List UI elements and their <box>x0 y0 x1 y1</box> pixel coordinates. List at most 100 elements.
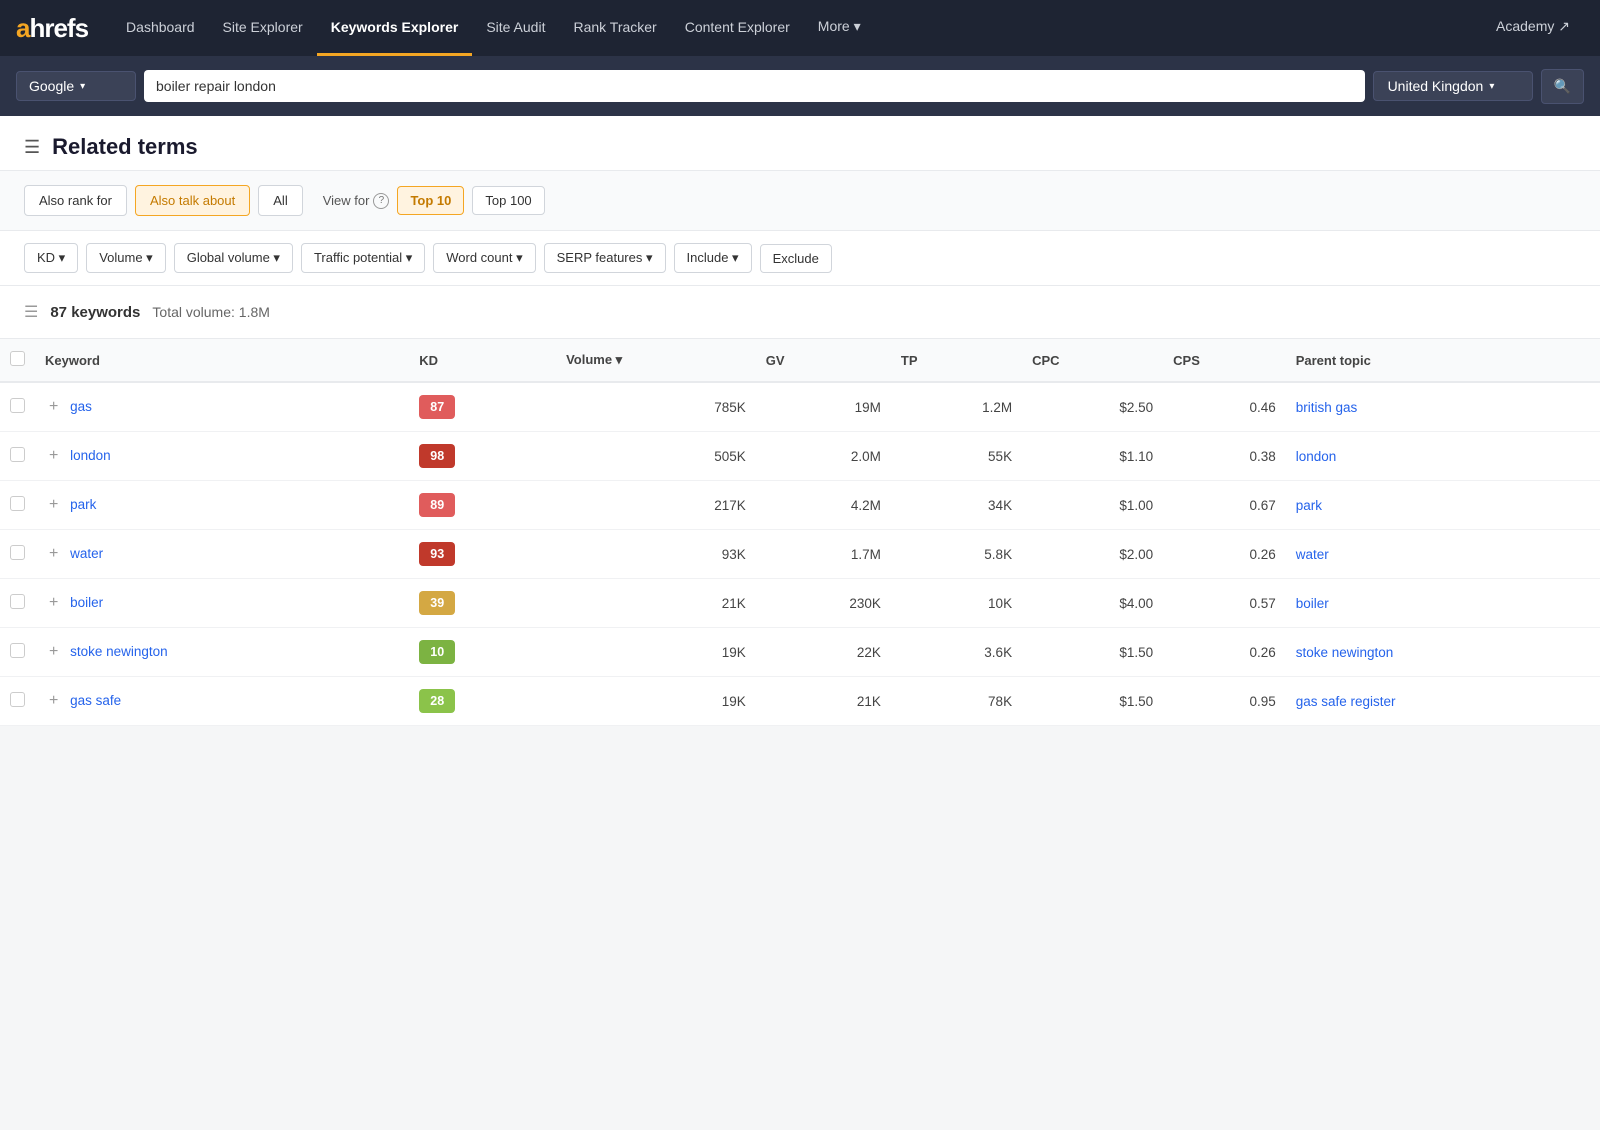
row-checkbox-cell <box>0 530 35 579</box>
search-query: boiler repair london <box>156 78 276 94</box>
add-keyword-icon[interactable]: + <box>45 594 62 612</box>
add-keyword-icon[interactable]: + <box>45 447 62 465</box>
filter-include[interactable]: Include ▾ <box>674 243 752 273</box>
row-checkbox[interactable] <box>10 447 25 462</box>
filter-exclude[interactable]: Exclude <box>760 244 832 273</box>
tab-all[interactable]: All <box>258 185 302 216</box>
filter-traffic-potential[interactable]: Traffic potential ▾ <box>301 243 425 273</box>
top-100-button[interactable]: Top 100 <box>472 186 544 215</box>
top-10-button[interactable]: Top 10 <box>397 186 464 215</box>
nav-rank-tracker[interactable]: Rank Tracker <box>559 0 670 56</box>
nav-more[interactable]: More ▾ <box>804 0 875 56</box>
filter-volume[interactable]: Volume ▾ <box>86 243 166 273</box>
select-all-checkbox[interactable] <box>10 351 25 366</box>
row-checkbox[interactable] <box>10 594 25 609</box>
search-icon: 🔍 <box>1554 78 1571 95</box>
search-button[interactable]: 🔍 <box>1541 69 1584 104</box>
add-keyword-icon[interactable]: + <box>45 496 62 514</box>
row-keyword-cell: + stoke newington <box>35 628 409 677</box>
nav-site-audit[interactable]: Site Audit <box>472 0 559 56</box>
col-tp: TP <box>891 339 1022 382</box>
row-checkbox[interactable] <box>10 692 25 707</box>
row-cpc-cell: $1.50 <box>1022 628 1163 677</box>
row-volume-cell: 217K <box>556 481 756 530</box>
keyword-link[interactable]: london <box>70 448 111 463</box>
row-checkbox[interactable] <box>10 643 25 658</box>
nav-content-explorer[interactable]: Content Explorer <box>671 0 804 56</box>
nav-dashboard[interactable]: Dashboard <box>112 0 209 56</box>
keyword-link[interactable]: gas safe <box>70 693 121 708</box>
tab-also-talk-about[interactable]: Also talk about <box>135 185 250 216</box>
tab-also-rank-for[interactable]: Also rank for <box>24 185 127 216</box>
logo[interactable]: ahrefs <box>16 13 88 44</box>
row-checkbox-cell <box>0 628 35 677</box>
table-header-row: Keyword KD Volume ▾ GV TP CPC <box>0 339 1600 382</box>
search-bar: Google ▾ boiler repair london United Kin… <box>0 56 1600 116</box>
nav-site-explorer[interactable]: Site Explorer <box>209 0 317 56</box>
table-summary: ☰ 87 keywords Total volume: 1.8M <box>0 286 1600 339</box>
row-kd-cell: 10 <box>409 628 556 677</box>
row-checkbox[interactable] <box>10 496 25 511</box>
row-checkbox[interactable] <box>10 398 25 413</box>
row-parent-cell: stoke newington <box>1286 628 1600 677</box>
country-chevron-icon: ▾ <box>1489 81 1494 92</box>
keyword-link[interactable]: gas <box>70 399 92 414</box>
row-checkbox-cell <box>0 677 35 726</box>
kd-badge: 39 <box>419 591 455 615</box>
keyword-link[interactable]: park <box>70 497 96 512</box>
row-tp-cell: 5.8K <box>891 530 1022 579</box>
parent-topic-link[interactable]: gas safe register <box>1296 694 1396 709</box>
nav-keywords-explorer[interactable]: Keywords Explorer <box>317 0 473 56</box>
col-parent-topic: Parent topic <box>1286 339 1600 382</box>
row-gv-cell: 4.2M <box>756 481 891 530</box>
parent-topic-link[interactable]: british gas <box>1296 400 1358 415</box>
kd-badge: 93 <box>419 542 455 566</box>
nav-academy[interactable]: Academy ↗ <box>1482 0 1584 56</box>
keyword-link[interactable]: water <box>70 546 103 561</box>
col-cps: CPS <box>1163 339 1286 382</box>
parent-topic-link[interactable]: stoke newington <box>1296 645 1394 660</box>
parent-topic-link[interactable]: london <box>1296 449 1337 464</box>
tabs-row: Also rank for Also talk about All View f… <box>0 171 1600 231</box>
row-cps-cell: 0.38 <box>1163 432 1286 481</box>
keyword-link[interactable]: boiler <box>70 595 103 610</box>
col-keyword: Keyword <box>35 339 409 382</box>
parent-topic-link[interactable]: boiler <box>1296 596 1329 611</box>
help-icon[interactable]: ? <box>373 193 389 209</box>
filter-word-count[interactable]: Word count ▾ <box>433 243 535 273</box>
filter-global-volume[interactable]: Global volume ▾ <box>174 243 293 273</box>
engine-select[interactable]: Google ▾ <box>16 71 136 101</box>
nav-links: Dashboard Site Explorer Keywords Explore… <box>112 0 1482 56</box>
row-tp-cell: 3.6K <box>891 628 1022 677</box>
country-select[interactable]: United Kingdon ▾ <box>1373 71 1533 101</box>
filter-serp-features[interactable]: SERP features ▾ <box>544 243 666 273</box>
row-keyword-cell: + london <box>35 432 409 481</box>
add-keyword-icon[interactable]: + <box>45 398 62 416</box>
kd-badge: 98 <box>419 444 455 468</box>
hamburger-icon[interactable]: ☰ <box>24 137 40 158</box>
select-all-header[interactable] <box>0 339 35 382</box>
row-checkbox-cell <box>0 432 35 481</box>
add-keyword-icon[interactable]: + <box>45 643 62 661</box>
add-keyword-icon[interactable]: + <box>45 545 62 563</box>
add-keyword-icon[interactable]: + <box>45 692 62 710</box>
search-input-wrap[interactable]: boiler repair london <box>144 70 1365 102</box>
keyword-link[interactable]: stoke newington <box>70 644 168 659</box>
row-kd-cell: 28 <box>409 677 556 726</box>
row-keyword-cell: + gas <box>35 382 409 432</box>
row-checkbox[interactable] <box>10 545 25 560</box>
parent-topic-link[interactable]: park <box>1296 498 1322 513</box>
row-tp-cell: 55K <box>891 432 1022 481</box>
col-volume[interactable]: Volume ▾ <box>556 339 756 382</box>
parent-topic-link[interactable]: water <box>1296 547 1329 562</box>
main-content: ☰ Related terms Also rank for Also talk … <box>0 116 1600 726</box>
table-row: + gas 87 785K 19M 1.2M $2.50 0.46 britis… <box>0 382 1600 432</box>
table-row: + water 93 93K 1.7M 5.8K $2.00 0.26 wate… <box>0 530 1600 579</box>
kd-badge: 87 <box>419 395 455 419</box>
table-row: + stoke newington 10 19K 22K 3.6K $1.50 … <box>0 628 1600 677</box>
view-for-label: View for ? <box>323 193 390 209</box>
filter-kd[interactable]: KD ▾ <box>24 243 78 273</box>
col-cpc: CPC <box>1022 339 1163 382</box>
row-cpc-cell: $1.50 <box>1022 677 1163 726</box>
reorder-icon[interactable]: ☰ <box>24 302 38 322</box>
